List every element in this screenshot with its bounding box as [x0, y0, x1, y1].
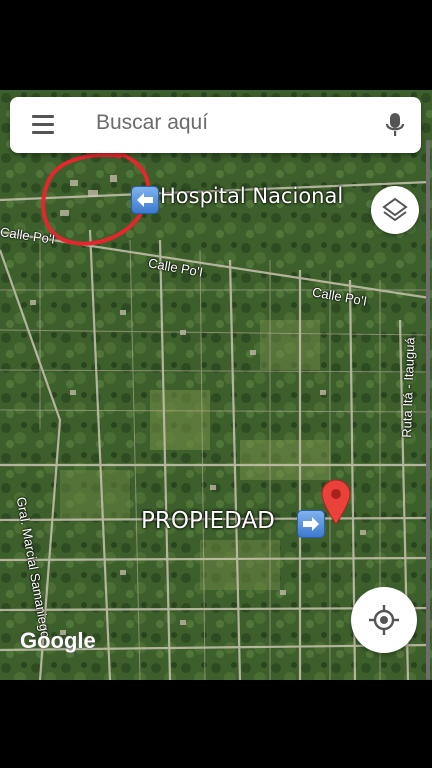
- my-location-icon: [369, 605, 399, 635]
- layers-icon: [382, 197, 408, 222]
- search-input[interactable]: Buscar aquí: [96, 111, 208, 135]
- property-label: PROPIEDAD: [141, 508, 275, 534]
- search-bar[interactable]: Buscar aquí: [10, 97, 421, 153]
- mic-icon[interactable]: [383, 111, 407, 139]
- hospital-label: Hospital Nacional: [160, 184, 344, 208]
- scrollbar[interactable]: [426, 140, 430, 680]
- menu-icon[interactable]: [32, 115, 54, 135]
- google-logo: Google: [20, 628, 96, 653]
- right-arrow-emoji-icon: [297, 510, 325, 538]
- layers-button[interactable]: [371, 186, 419, 234]
- my-location-button[interactable]: [351, 587, 417, 653]
- left-arrow-emoji-icon: [131, 186, 159, 214]
